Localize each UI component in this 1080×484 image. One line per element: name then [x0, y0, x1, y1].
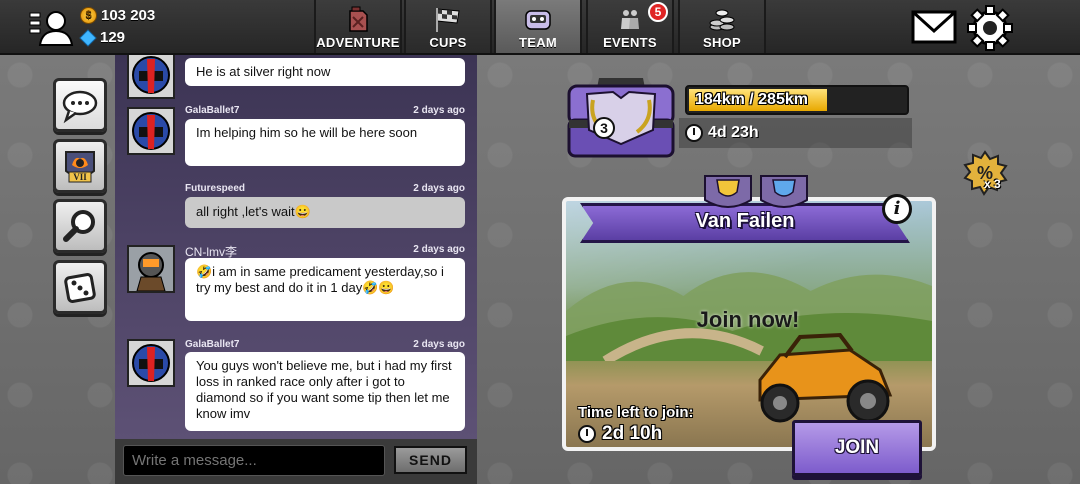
message-text: 🤣i am in same predicament yesterday,so i…	[185, 258, 465, 321]
chest-progress-text: 184km / 285km	[695, 91, 808, 108]
tab-adventure[interactable]: ADVENTURE	[314, 0, 402, 53]
time-left-value: 2d 10h	[602, 423, 663, 444]
message-time: 2 days ago	[413, 244, 465, 255]
gem-balance[interactable]: 129	[79, 29, 126, 46]
chest-icon	[567, 78, 675, 158]
events-people-icon	[621, 10, 639, 29]
helmet-avatar-icon	[132, 112, 170, 150]
message-composer: SEND	[115, 439, 477, 484]
message-input[interactable]	[123, 445, 385, 476]
helmet-avatar-icon	[132, 56, 170, 94]
tab-label: TEAM	[518, 35, 558, 50]
chat-bubbles-icon	[62, 90, 98, 124]
avatar[interactable]	[127, 55, 175, 99]
message-text: You guys won't believe me, but i had my …	[185, 352, 465, 431]
coin-stack-icon	[709, 9, 735, 31]
tab-label: CUPS	[429, 35, 467, 50]
message-time: 2 days ago	[413, 105, 465, 116]
time-left-label: Time left to join:	[578, 404, 694, 421]
send-button[interactable]: SEND	[394, 446, 467, 474]
cups-emblem-icon	[704, 175, 808, 208]
clock-icon	[578, 425, 596, 443]
sidebar-item-chat[interactable]	[53, 78, 107, 132]
message-time: 2 days ago	[413, 183, 465, 194]
tab-shop[interactable]: SHOP	[678, 0, 766, 53]
message-sender[interactable]: GalaBallet7	[185, 105, 239, 116]
team-emblem-icon: VII	[65, 151, 95, 183]
magnifier-icon	[63, 210, 95, 242]
gear-icon	[967, 5, 1013, 51]
message-sender[interactable]: GalaBallet7	[185, 339, 239, 350]
profile-button[interactable]	[28, 7, 74, 47]
message-text: Im helping him so he will be here soon	[185, 119, 465, 166]
sidebar-item-search[interactable]	[53, 199, 107, 253]
chat-panel[interactable]: He is at silver right now GalaBallet7 2 …	[115, 55, 477, 439]
team-dice-icon	[64, 273, 96, 303]
envelope-icon	[911, 10, 957, 44]
profile-icon	[29, 11, 74, 46]
team-chest[interactable]	[565, 70, 677, 160]
jerrycan-icon	[349, 6, 368, 32]
tab-label: ADVENTURE	[316, 35, 400, 50]
coin-count: 103 203	[101, 7, 156, 24]
sidebar-item-team-management[interactable]	[53, 260, 107, 314]
robot-avatar-icon	[129, 247, 173, 291]
tab-label: SHOP	[702, 35, 742, 50]
coin-balance[interactable]: $ 103 203	[80, 7, 155, 24]
tab-team[interactable]: TEAM	[494, 0, 582, 53]
helmet-avatar-icon	[132, 344, 170, 382]
event-title: Van Failen	[695, 210, 795, 232]
settings-button[interactable]	[966, 5, 1014, 51]
chest-progress-bar: 184km / 285km	[685, 85, 909, 115]
message-sender[interactable]: Futurespeed	[185, 183, 245, 194]
gem-icon	[79, 29, 97, 46]
message-time: 2 days ago	[413, 339, 465, 350]
team-helmet-icon	[525, 10, 551, 30]
league-label: VII	[73, 172, 87, 182]
avatar[interactable]	[127, 107, 175, 155]
time-left: 2d 10h	[578, 423, 662, 445]
tab-cups[interactable]: CUPS	[404, 0, 492, 53]
top-bar: $ 103 203 129 ADVENTURE CUPS TEAM 5 EVEN…	[0, 0, 1080, 55]
events-notification-badge: 5	[648, 2, 668, 22]
buggy-car-art	[758, 332, 893, 423]
avatar[interactable]	[127, 339, 175, 387]
checkered-flag-icon	[436, 8, 460, 32]
tab-label: EVENTS	[603, 35, 657, 50]
event-info-button[interactable]: i	[882, 194, 912, 224]
gem-count: 129	[100, 29, 126, 46]
chest-level: 3	[593, 117, 615, 139]
clock-icon	[685, 124, 703, 142]
message-text: He is at silver right now	[185, 58, 465, 86]
avatar[interactable]	[127, 245, 175, 293]
join-now-overlay: Join now!	[696, 307, 800, 332]
sidebar-item-team-league[interactable]: VII	[53, 139, 107, 193]
chest-timer-value: 4d 23h	[708, 124, 759, 141]
tab-events[interactable]: 5 EVENTS	[586, 0, 674, 53]
message-text: all right ,let's wait😀	[185, 197, 465, 228]
chest-timer: 4d 23h	[679, 118, 912, 148]
boost-multiplier: x 3	[984, 177, 1001, 191]
mail-button[interactable]	[910, 7, 958, 47]
join-button[interactable]: JOIN	[792, 420, 922, 476]
coin-icon: $	[80, 7, 97, 24]
